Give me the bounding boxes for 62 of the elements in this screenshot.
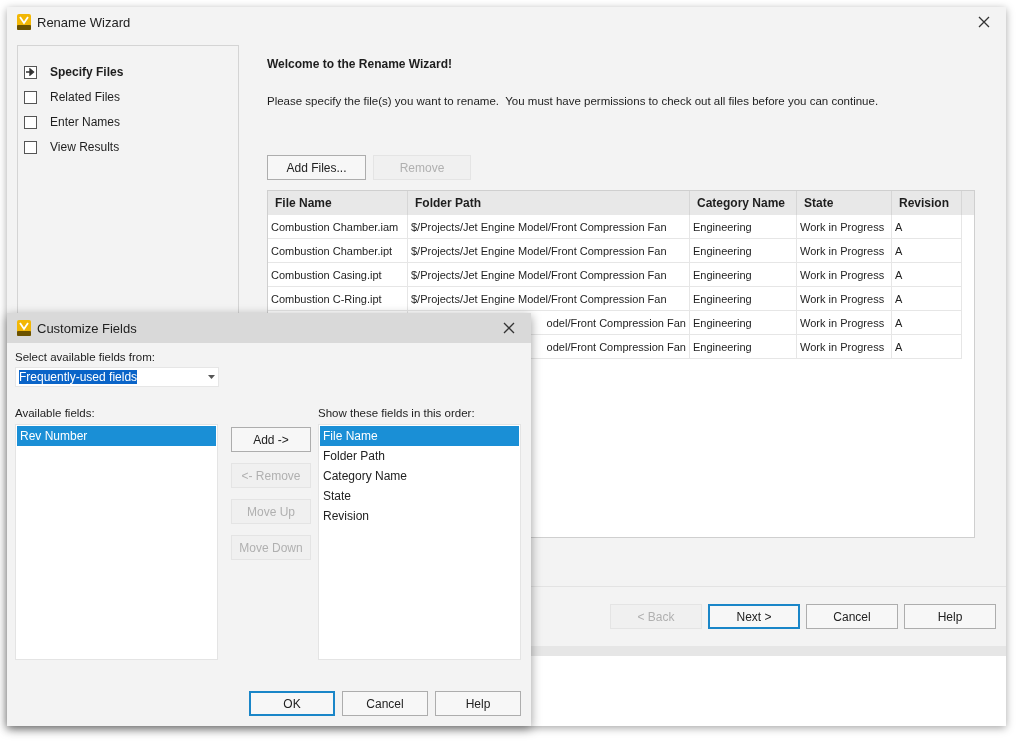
push-button[interactable]: Add Files... [267, 155, 366, 180]
table-cell: $/Projects/Jet Engine Model/Front Compression Fan [408, 215, 690, 239]
table-cell: Work in Progress [797, 239, 892, 263]
table-cell: Engineering [690, 311, 797, 335]
list-item[interactable]: Category Name [320, 466, 519, 486]
table-cell: A [892, 263, 962, 287]
list-item[interactable]: State [320, 486, 519, 506]
table-cell: Work in Progress [797, 215, 892, 239]
column-header[interactable]: Folder Path [408, 191, 690, 215]
field-label: Select available fields from: [15, 351, 156, 363]
fields-source-dropdown[interactable]: Frequently-used fields [15, 367, 219, 387]
field-label: Available fields: [15, 407, 96, 419]
push-button[interactable]: Cancel [806, 604, 898, 629]
table-cell: Engineering [690, 335, 797, 359]
list-item[interactable]: Folder Path [320, 446, 519, 466]
push-button[interactable]: OK [249, 691, 335, 716]
close-icon [978, 16, 990, 28]
table-cell: A [892, 335, 962, 359]
window-title: Rename Wizard [37, 14, 132, 30]
table-cell: $/Projects/Jet Engine Model/Front Compression Fan [408, 239, 690, 263]
app-logo-icon [17, 320, 31, 336]
step-label: View Results [50, 140, 120, 154]
table-cell: Work in Progress [797, 263, 892, 287]
push-button[interactable]: Add -> [231, 427, 311, 452]
table-cell: Combustion Casing.ipt [268, 263, 408, 287]
table-cell: Combustion C-Ring.ipt [268, 287, 408, 311]
table-cell: Engineering [690, 215, 797, 239]
field-label: Show these fields in this order: [318, 407, 476, 419]
step-label: Enter Names [50, 115, 121, 129]
push-button[interactable]: Help [435, 691, 521, 716]
table-cell: Engineering [690, 239, 797, 263]
dropdown-arrow-icon [208, 375, 215, 379]
table-cell: $/Projects/Jet Engine Model/Front Compression Fan [408, 263, 690, 287]
push-button[interactable]: Help [904, 604, 996, 629]
instructions-text: Please specify the file(s) you want to rename. You must have permissions to check out all files before you can continue. [267, 95, 880, 107]
column-header[interactable]: Category Name [690, 191, 797, 215]
table-cell: Engineering [690, 287, 797, 311]
table-cell: $/Projects/Jet Engine Model/Front Compression Fan [408, 287, 690, 311]
list-item[interactable]: Rev Number [17, 426, 216, 446]
table-cell: A [892, 239, 962, 263]
table-cell: Combustion Chamber.ipt [268, 239, 408, 263]
push-button[interactable]: Next > [708, 604, 800, 629]
list-item[interactable]: Revision [320, 506, 519, 526]
table-cell: A [892, 311, 962, 335]
table-cell: A [892, 215, 962, 239]
table-cell: Work in Progress [797, 287, 892, 311]
column-header[interactable]: State [797, 191, 892, 215]
dialog-title: Customize Fields [37, 320, 138, 336]
push-button[interactable]: Cancel [342, 691, 428, 716]
app-logo-icon [17, 14, 31, 30]
step-label: Specify Files [50, 65, 124, 79]
table-cell: Combustion Chamber.iam [268, 215, 408, 239]
column-header[interactable]: Revision [892, 191, 962, 215]
step-label: Related Files [50, 90, 121, 104]
table-cell: Engineering [690, 263, 797, 287]
table-cell: A [892, 287, 962, 311]
wizard-heading: Welcome to the Rename Wizard! [267, 57, 454, 71]
table-cell: Work in Progress [797, 311, 892, 335]
close-icon [503, 322, 515, 334]
table-cell: Work in Progress [797, 335, 892, 359]
column-header[interactable]: File Name [268, 191, 408, 215]
list-item[interactable]: File Name [320, 426, 519, 446]
